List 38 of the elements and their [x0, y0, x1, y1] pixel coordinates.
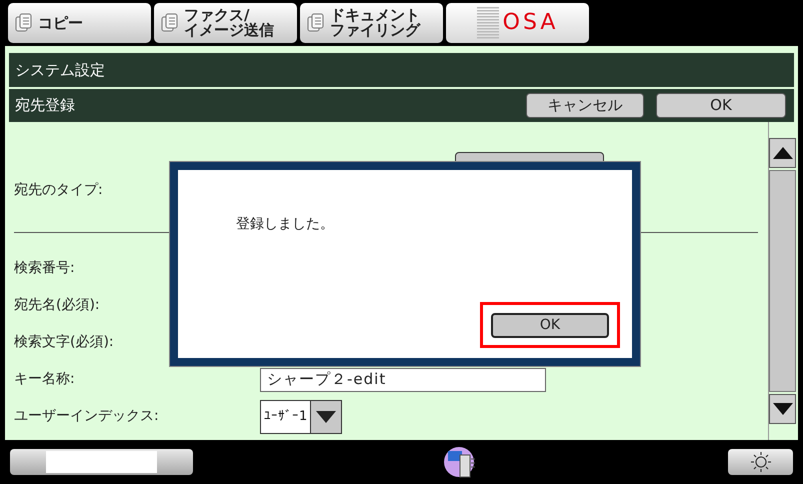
header-button[interactable]: OK — [656, 93, 786, 118]
mode-tab[interactable]: ファクス/ イメージ送信 — [154, 3, 297, 43]
down-triangle-icon — [316, 410, 336, 422]
tab-label: コピー — [38, 16, 83, 30]
logo-text: OSA — [502, 12, 558, 34]
scroll-up-button[interactable] — [769, 138, 796, 168]
mode-tab[interactable]: コピー — [8, 3, 151, 43]
field-label: 宛先のタイプ: — [14, 180, 104, 200]
field-label: 宛先名(必須): — [14, 296, 101, 315]
up-triangle-icon — [772, 147, 792, 159]
tab-label: ファイリング — [330, 23, 420, 38]
dialog-message: 登録しました。 — [236, 215, 334, 234]
screen-title: システム設定 — [15, 60, 105, 81]
ok-button[interactable]: OK — [491, 312, 609, 338]
mode-tab[interactable]: ドキュメント ファイリング — [300, 3, 443, 43]
document-icon — [14, 13, 34, 33]
scrollbar[interactable] — [768, 122, 798, 440]
tab-label: ドキュメント — [330, 8, 420, 23]
stripes-icon — [476, 7, 499, 39]
field-label: 検索文字(必須): — [14, 333, 115, 352]
user-index-dropdown[interactable]: ﾕｰｻﾞｰ1 — [260, 400, 342, 434]
field-label: ユーザーインデックス: — [14, 407, 160, 426]
key-name-field[interactable]: シャープ２-edit — [260, 368, 546, 392]
screen-subtitle: 宛先登録 — [15, 95, 76, 116]
printer-icon[interactable] — [444, 445, 478, 479]
document-icon — [306, 13, 326, 33]
osa-logo-tab[interactable]: OSA — [446, 3, 589, 43]
tab-label: ファクス/ — [184, 8, 250, 23]
down-triangle-icon — [772, 403, 792, 415]
brightness-button[interactable] — [728, 449, 793, 475]
header-button[interactable]: キャンセル — [526, 93, 644, 118]
field-label: キー名称: — [14, 370, 76, 389]
document-icon — [160, 13, 180, 33]
scroll-down-button[interactable] — [769, 394, 796, 424]
field-label: 検索番号: — [14, 259, 76, 278]
tab-label: イメージ送信 — [184, 23, 274, 38]
scroll-thumb[interactable] — [769, 170, 796, 392]
sun-icon — [750, 452, 770, 472]
